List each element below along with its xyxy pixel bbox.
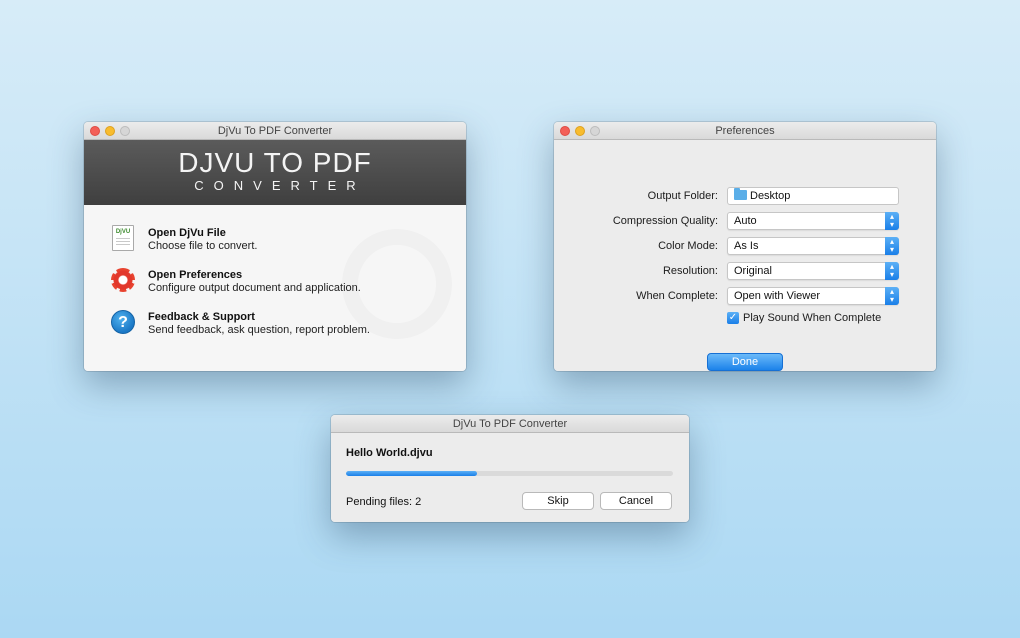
updown-chevron-icon: ▴ ▾	[885, 262, 899, 280]
close-icon[interactable]	[90, 126, 100, 136]
traffic-lights	[90, 126, 130, 136]
action-description: Choose file to convert.	[148, 240, 258, 252]
when-complete-label: When Complete:	[636, 290, 718, 302]
action-title: Open Preferences	[148, 269, 243, 281]
resolution-value: Original	[734, 265, 772, 277]
color-mode-row: Color Mode: As Is ▴ ▾	[554, 237, 936, 257]
action-title: Open DjVu File	[148, 227, 226, 239]
when-complete-row: When Complete: Open with Viewer ▴ ▾	[554, 287, 936, 307]
resolution-select[interactable]: Original ▴ ▾	[727, 262, 899, 280]
help-icon: ?	[108, 309, 138, 337]
play-sound-label: Play Sound When Complete	[743, 312, 882, 324]
updown-chevron-icon: ▴ ▾	[885, 237, 899, 255]
when-complete-select[interactable]: Open with Viewer ▴ ▾	[727, 287, 899, 305]
preferences-window: Preferences Output Folder: Desktop Compr…	[554, 122, 936, 371]
main-window: DjVu To PDF Converter DJVU TO PDF CONVER…	[84, 122, 466, 371]
output-folder-field[interactable]: Desktop	[727, 187, 899, 205]
progress-bar-fill	[346, 471, 477, 476]
output-folder-label: Output Folder:	[647, 190, 718, 202]
preferences-form: Output Folder: Desktop Compression Quali…	[554, 140, 936, 371]
feedback-support-action[interactable]: ? Feedback & Support Send feedback, ask …	[108, 309, 466, 351]
compression-quality-select[interactable]: Auto ▴ ▾	[727, 212, 899, 230]
preferences-titlebar[interactable]: Preferences	[554, 122, 936, 140]
banner-subtitle: CONVERTER	[194, 178, 366, 193]
zoom-icon[interactable]	[120, 126, 130, 136]
skip-button[interactable]: Skip	[522, 492, 594, 510]
action-description: Configure output document and applicatio…	[148, 282, 361, 294]
current-file-name: Hello World.djvu	[346, 447, 433, 459]
open-djvu-file-action[interactable]: DjVU Open DjVu File Choose file to conve…	[108, 225, 466, 267]
updown-chevron-icon: ▴ ▾	[885, 212, 899, 230]
play-sound-checkbox[interactable]: ✓	[727, 312, 739, 324]
compression-quality-label: Compression Quality:	[612, 215, 718, 227]
progress-bar	[346, 471, 673, 476]
output-folder-value: Desktop	[750, 190, 791, 202]
color-mode-value: As Is	[734, 240, 759, 252]
djvu-file-icon: DjVU	[108, 225, 138, 253]
pending-files-status: Pending files: 2	[346, 496, 422, 508]
compression-quality-row: Compression Quality: Auto ▴ ▾	[554, 212, 936, 232]
open-preferences-action[interactable]: Open Preferences Configure output docume…	[108, 267, 466, 309]
action-description: Send feedback, ask question, report prob…	[148, 324, 370, 336]
folder-icon	[734, 188, 747, 200]
progress-window: DjVu To PDF Converter Hello World.djvu P…	[331, 415, 689, 522]
preferences-title: Preferences	[715, 125, 775, 137]
compression-quality-value: Auto	[734, 215, 757, 227]
progress-window-title: DjVu To PDF Converter	[452, 418, 568, 430]
banner-title: DJVU TO PDF	[178, 147, 372, 178]
action-title: Feedback & Support	[148, 311, 255, 323]
color-mode-label: Color Mode:	[658, 240, 718, 252]
zoom-icon[interactable]	[590, 126, 600, 136]
minimize-icon[interactable]	[575, 126, 585, 136]
color-mode-select[interactable]: As Is ▴ ▾	[727, 237, 899, 255]
app-banner: DJVU TO PDF CONVERTER	[84, 140, 466, 205]
resolution-row: Resolution: Original ▴ ▾	[554, 262, 936, 282]
cancel-button[interactable]: Cancel	[600, 492, 672, 510]
gear-icon	[108, 267, 138, 295]
main-window-title: DjVu To PDF Converter	[217, 125, 333, 137]
traffic-lights	[560, 126, 600, 136]
progress-panel: Hello World.djvu Pending files: 2 Skip C…	[331, 433, 689, 522]
output-folder-row: Output Folder: Desktop	[554, 187, 936, 207]
close-icon[interactable]	[560, 126, 570, 136]
main-window-titlebar[interactable]: DjVu To PDF Converter	[84, 122, 466, 140]
progress-titlebar[interactable]: DjVu To PDF Converter	[331, 415, 689, 433]
resolution-label: Resolution:	[662, 265, 718, 277]
main-actions-panel: DjVU Open DjVu File Choose file to conve…	[84, 205, 466, 371]
done-button[interactable]: Done	[707, 353, 783, 371]
when-complete-value: Open with Viewer	[734, 290, 821, 302]
play-sound-option[interactable]: ✓ Play Sound When Complete	[727, 312, 881, 324]
updown-chevron-icon: ▴ ▾	[885, 287, 899, 305]
minimize-icon[interactable]	[105, 126, 115, 136]
